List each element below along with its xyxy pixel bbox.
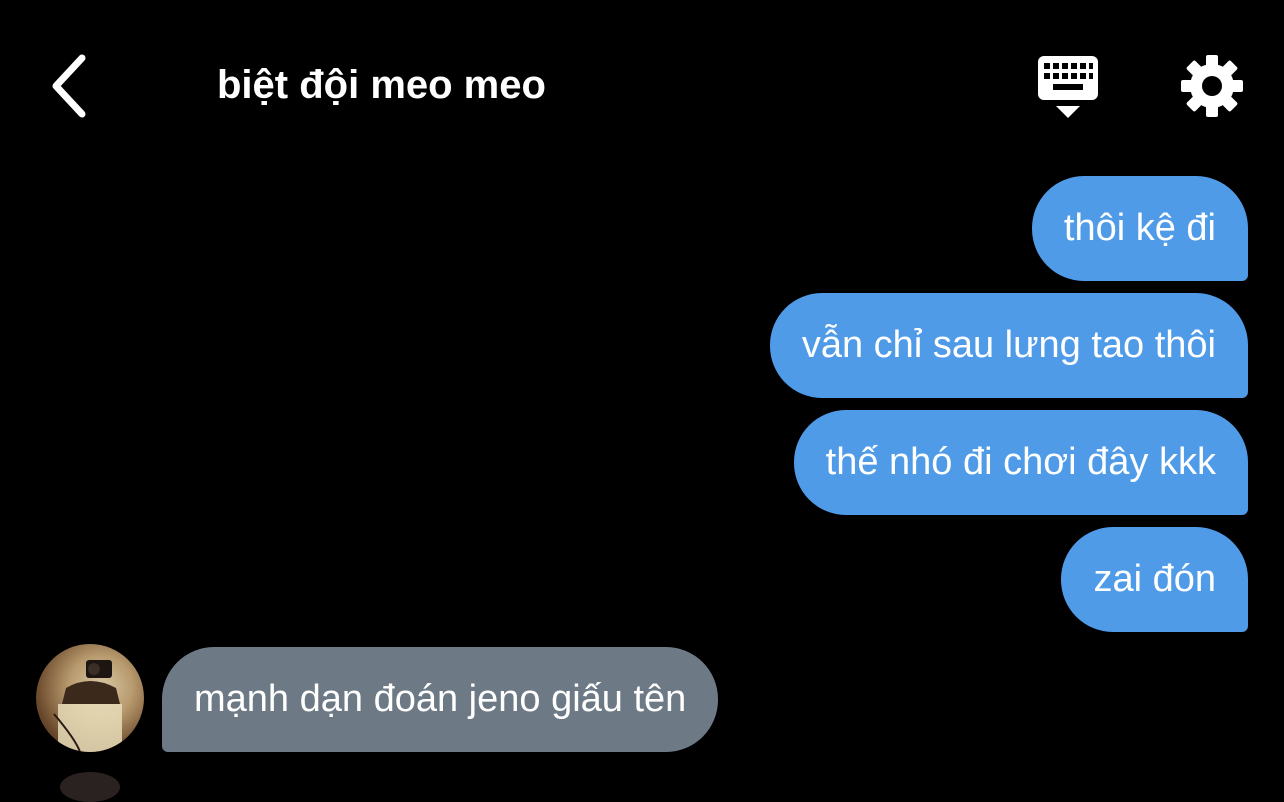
message-text: zai đón <box>1093 558 1216 600</box>
next-sender-avatar <box>60 772 120 802</box>
outgoing-message-bubble[interactable]: zai đón <box>1061 527 1248 632</box>
message-text: thôi kệ đi <box>1063 207 1216 249</box>
sender-avatar[interactable] <box>36 644 144 752</box>
outgoing-message-bubble[interactable]: vẫn chỉ sau lưng tao thôi <box>769 293 1248 398</box>
avatar-photo <box>53 660 122 752</box>
message-text: vẫn chỉ sau lưng tao thôi <box>801 324 1216 366</box>
message-text: mạnh dạn đoán jeno giấu tên <box>194 678 687 720</box>
outgoing-message-bubble[interactable]: thôi kệ đi <box>1031 176 1248 281</box>
outgoing-message-bubble[interactable]: thế nhó đi chơi đây kkk <box>793 410 1248 515</box>
message-list: thôi kệ đi vẫn chỉ sau lưng tao thôi thế… <box>0 0 1284 802</box>
message-text: thế nhó đi chơi đây kkk <box>825 441 1216 483</box>
incoming-message-bubble[interactable]: mạnh dạn đoán jeno giấu tên <box>162 647 719 752</box>
